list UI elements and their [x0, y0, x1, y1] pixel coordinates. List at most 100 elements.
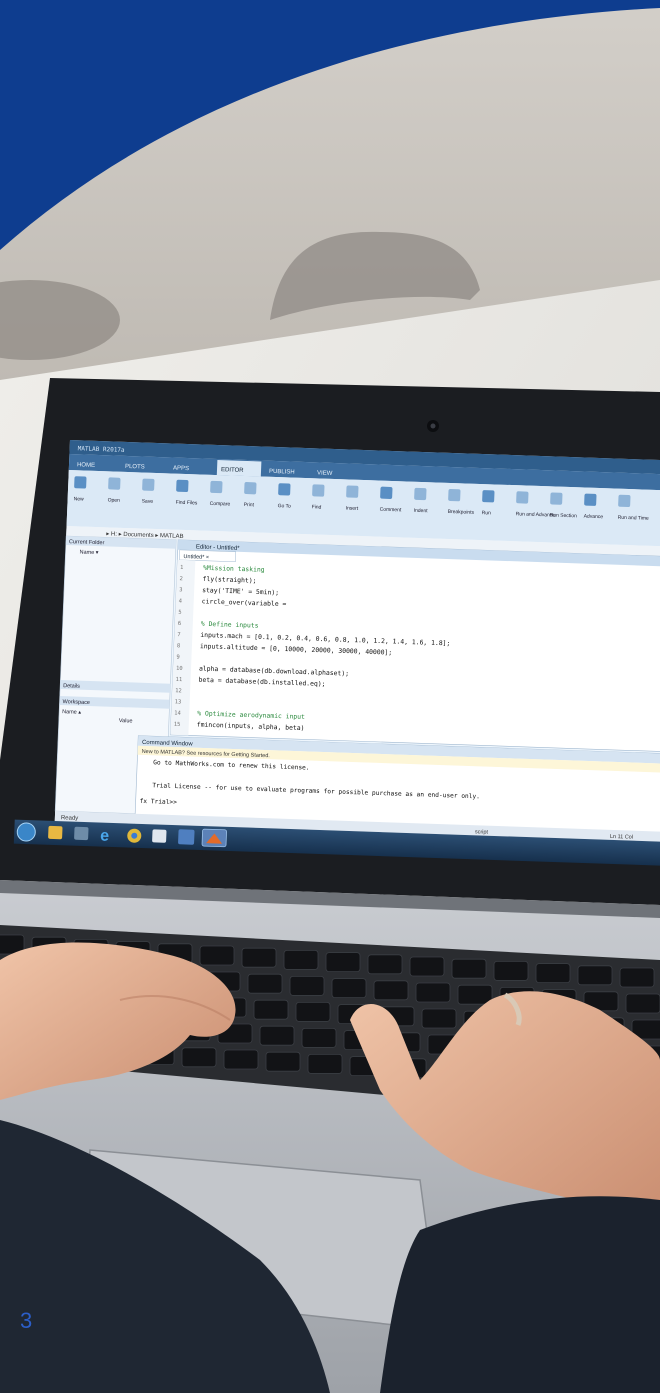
toolbar-button[interactable]: Run and Time [618, 515, 650, 522]
page-number: 3 [20, 1308, 33, 1333]
line-number: 5 [178, 610, 182, 616]
key [241, 947, 277, 968]
key [373, 980, 409, 1001]
key [199, 945, 235, 966]
key [457, 984, 493, 1005]
key [421, 1008, 457, 1029]
key [625, 993, 660, 1014]
toolbar-icon [618, 494, 631, 508]
line-number: 9 [176, 655, 180, 661]
key [409, 956, 445, 977]
taskbar-app-icon[interactable] [152, 829, 167, 843]
command-prompt[interactable]: fx Trial>> [140, 798, 178, 806]
key [535, 963, 571, 983]
toolbar-icon [448, 488, 461, 502]
key [451, 958, 487, 979]
toolbar-icon [210, 480, 223, 494]
toolbar-icon [346, 485, 359, 498]
toolbar-button[interactable]: Print [244, 502, 255, 508]
line-number: 14 [174, 711, 182, 717]
toolbar-button[interactable]: Comment [380, 507, 403, 514]
key [325, 952, 361, 972]
toolbar-button[interactable]: Run Section [550, 512, 578, 519]
toolbar-button[interactable]: Compare [210, 501, 231, 508]
key [415, 982, 451, 1003]
line-number: 13 [175, 699, 182, 705]
line-number: 11 [175, 677, 182, 683]
toolbar-button[interactable]: Breakpoints [448, 509, 475, 516]
key [301, 1028, 337, 1048]
toolbar-button[interactable]: Find [312, 504, 322, 510]
ribbon-tab[interactable]: PLOTS [125, 464, 145, 471]
toolbar-button[interactable]: Insert [346, 505, 359, 511]
key [577, 965, 613, 986]
toolbar-icon [380, 486, 393, 499]
toolbar-icon [244, 482, 257, 495]
line-number: 12 [175, 688, 182, 694]
key [265, 1051, 301, 1072]
toolbar-icon [550, 492, 563, 505]
toolbar-icon [142, 478, 155, 491]
current-folder-label: Current Folder [69, 539, 105, 546]
toolbar-button[interactable]: Indent [414, 508, 429, 514]
toolbar-icon [176, 479, 189, 493]
toolbar-icon [482, 490, 495, 503]
ribbon-tab[interactable]: HOME [77, 462, 95, 469]
key [367, 954, 403, 975]
line-number: 6 [178, 621, 182, 627]
key [247, 973, 283, 994]
toolbar-button[interactable]: Run [482, 510, 492, 516]
key [181, 1047, 217, 1068]
ws-name-col[interactable]: Name ▴ [62, 709, 81, 716]
line-number: 7 [177, 632, 181, 638]
details-label: Details [63, 683, 80, 690]
toolbar-button[interactable]: New [74, 496, 85, 502]
line-number: 8 [177, 643, 181, 649]
key [253, 999, 289, 1020]
toolbar-button[interactable]: Save [142, 499, 154, 505]
toolbar-button[interactable]: Go To [278, 503, 292, 509]
editor-tab[interactable]: Untitled* × [183, 554, 209, 561]
line-number: 3 [179, 587, 183, 593]
toolbar-button[interactable]: Open [108, 497, 121, 503]
ribbon-tab[interactable]: PUBLISH [269, 469, 295, 476]
key [259, 1025, 295, 1046]
key [283, 950, 319, 970]
status-position: Ln 11 Col [610, 834, 633, 841]
line-number: 10 [176, 666, 183, 672]
toolbar-button[interactable]: Advance [584, 514, 604, 521]
ie-icon[interactable]: e [100, 828, 110, 845]
key [289, 976, 325, 996]
toolbar-icon [278, 483, 291, 496]
toolbar-button[interactable]: Find Files [176, 500, 198, 507]
toolbar-icon [516, 491, 529, 504]
key [493, 961, 529, 981]
taskbar-app-icon[interactable] [178, 829, 195, 845]
photo-scene: MATLAB R2017a HOME PLOTS APPS EDITOR PUBLISH… [0, 0, 660, 1393]
ribbon-tab[interactable]: APPS [173, 466, 189, 473]
line-number: 15 [174, 722, 181, 728]
ws-value-col[interactable]: Value [119, 718, 133, 724]
key [619, 967, 655, 988]
key [295, 1002, 331, 1022]
toolbar-icon [74, 476, 87, 489]
toolbar-icon [584, 493, 597, 506]
start-button-icon[interactable] [16, 822, 36, 842]
toolbar-icon [312, 484, 325, 497]
ribbon-tab[interactable]: EDITOR [221, 467, 244, 474]
key [307, 1054, 343, 1074]
key [331, 978, 367, 998]
taskbar-app-icon[interactable] [48, 825, 63, 840]
line-number: 1 [180, 565, 184, 571]
screen-display: MATLAB R2017a HOME PLOTS APPS EDITOR PUBLISH… [13, 440, 660, 866]
toolbar-icon [108, 477, 121, 490]
status-text: Ready [61, 815, 79, 822]
taskbar-app-icon[interactable] [74, 826, 89, 841]
line-number: 2 [179, 576, 183, 582]
toolbar-icon [414, 487, 427, 501]
ribbon-tab[interactable]: VIEW [317, 470, 333, 477]
name-column[interactable]: Name ▾ [79, 549, 98, 556]
workspace-label: Workspace [62, 699, 90, 706]
status-right: script [475, 829, 489, 835]
key [223, 1049, 259, 1070]
